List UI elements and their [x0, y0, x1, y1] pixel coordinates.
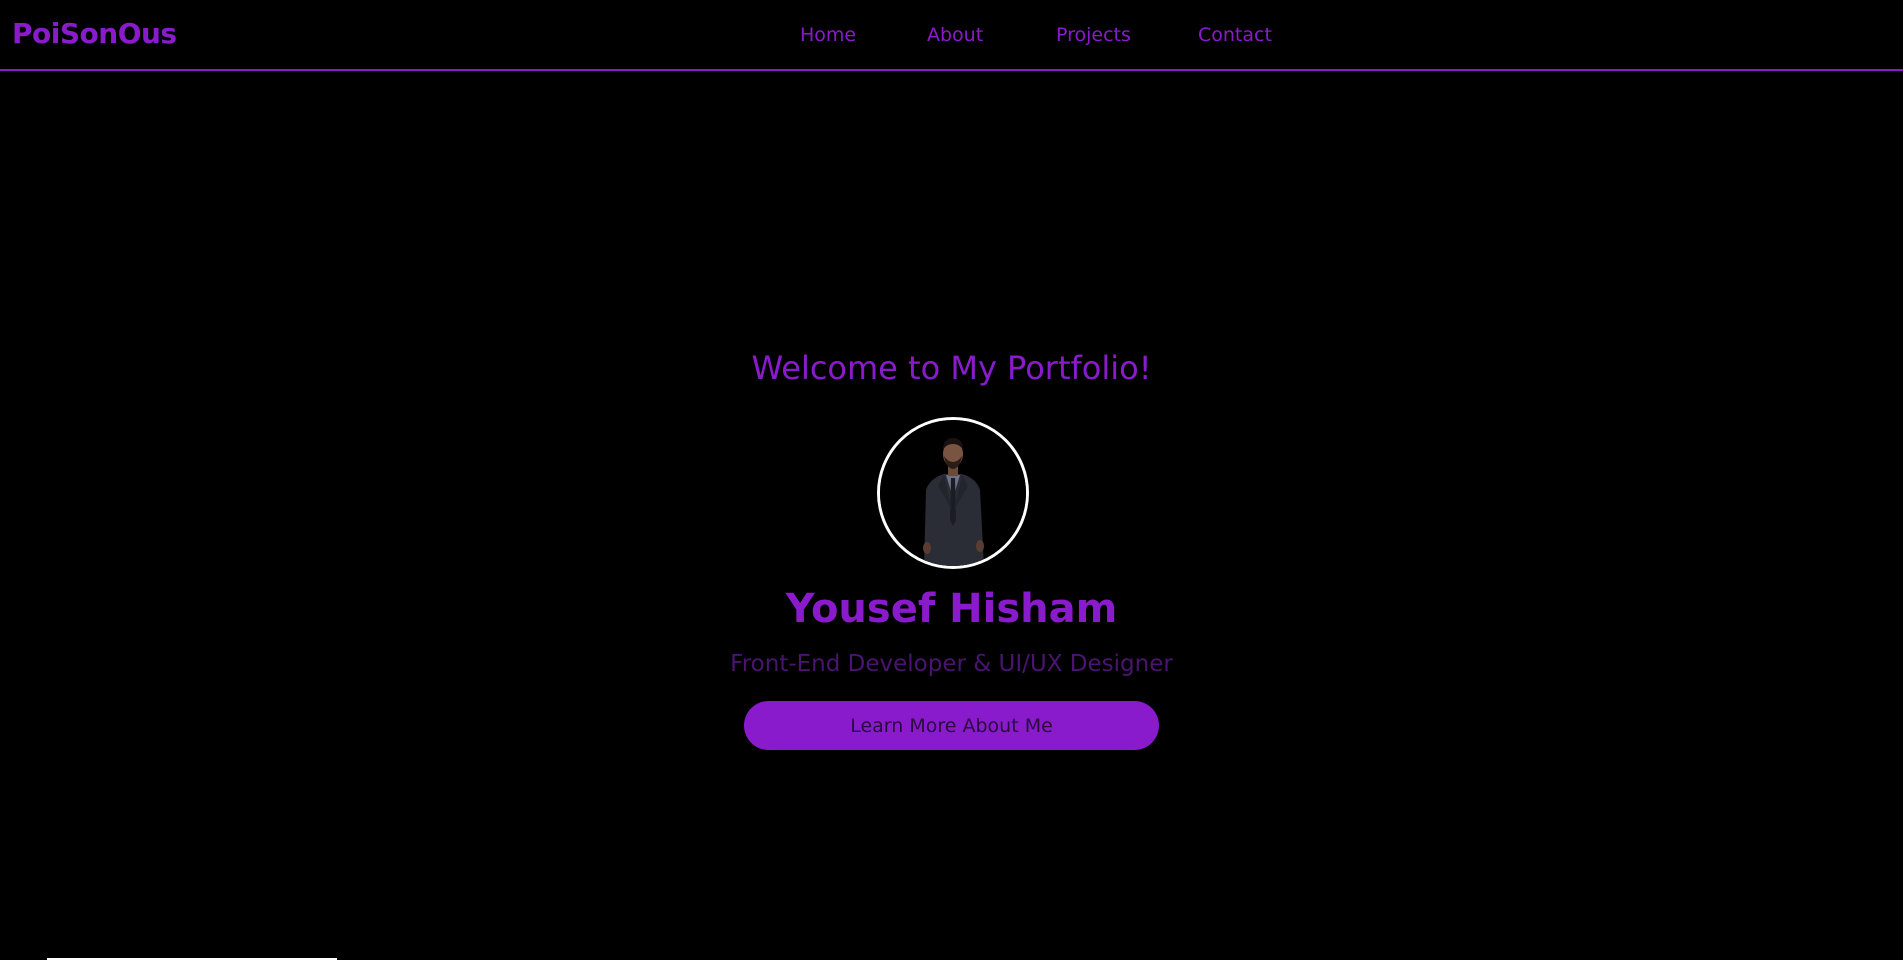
- welcome-heading: Welcome to My Portfolio!: [751, 349, 1152, 387]
- profile-avatar: [877, 417, 1029, 569]
- profile-name: Yousef Hisham: [785, 586, 1118, 632]
- hero-section: Welcome to My Portfolio! Yousef Hisham F…: [0, 0, 1903, 960]
- profile-subtitle: Front-End Developer & UI/UX Designer: [730, 651, 1173, 677]
- profile-photo: [880, 420, 1026, 566]
- learn-more-button[interactable]: Learn More About Me: [744, 701, 1159, 750]
